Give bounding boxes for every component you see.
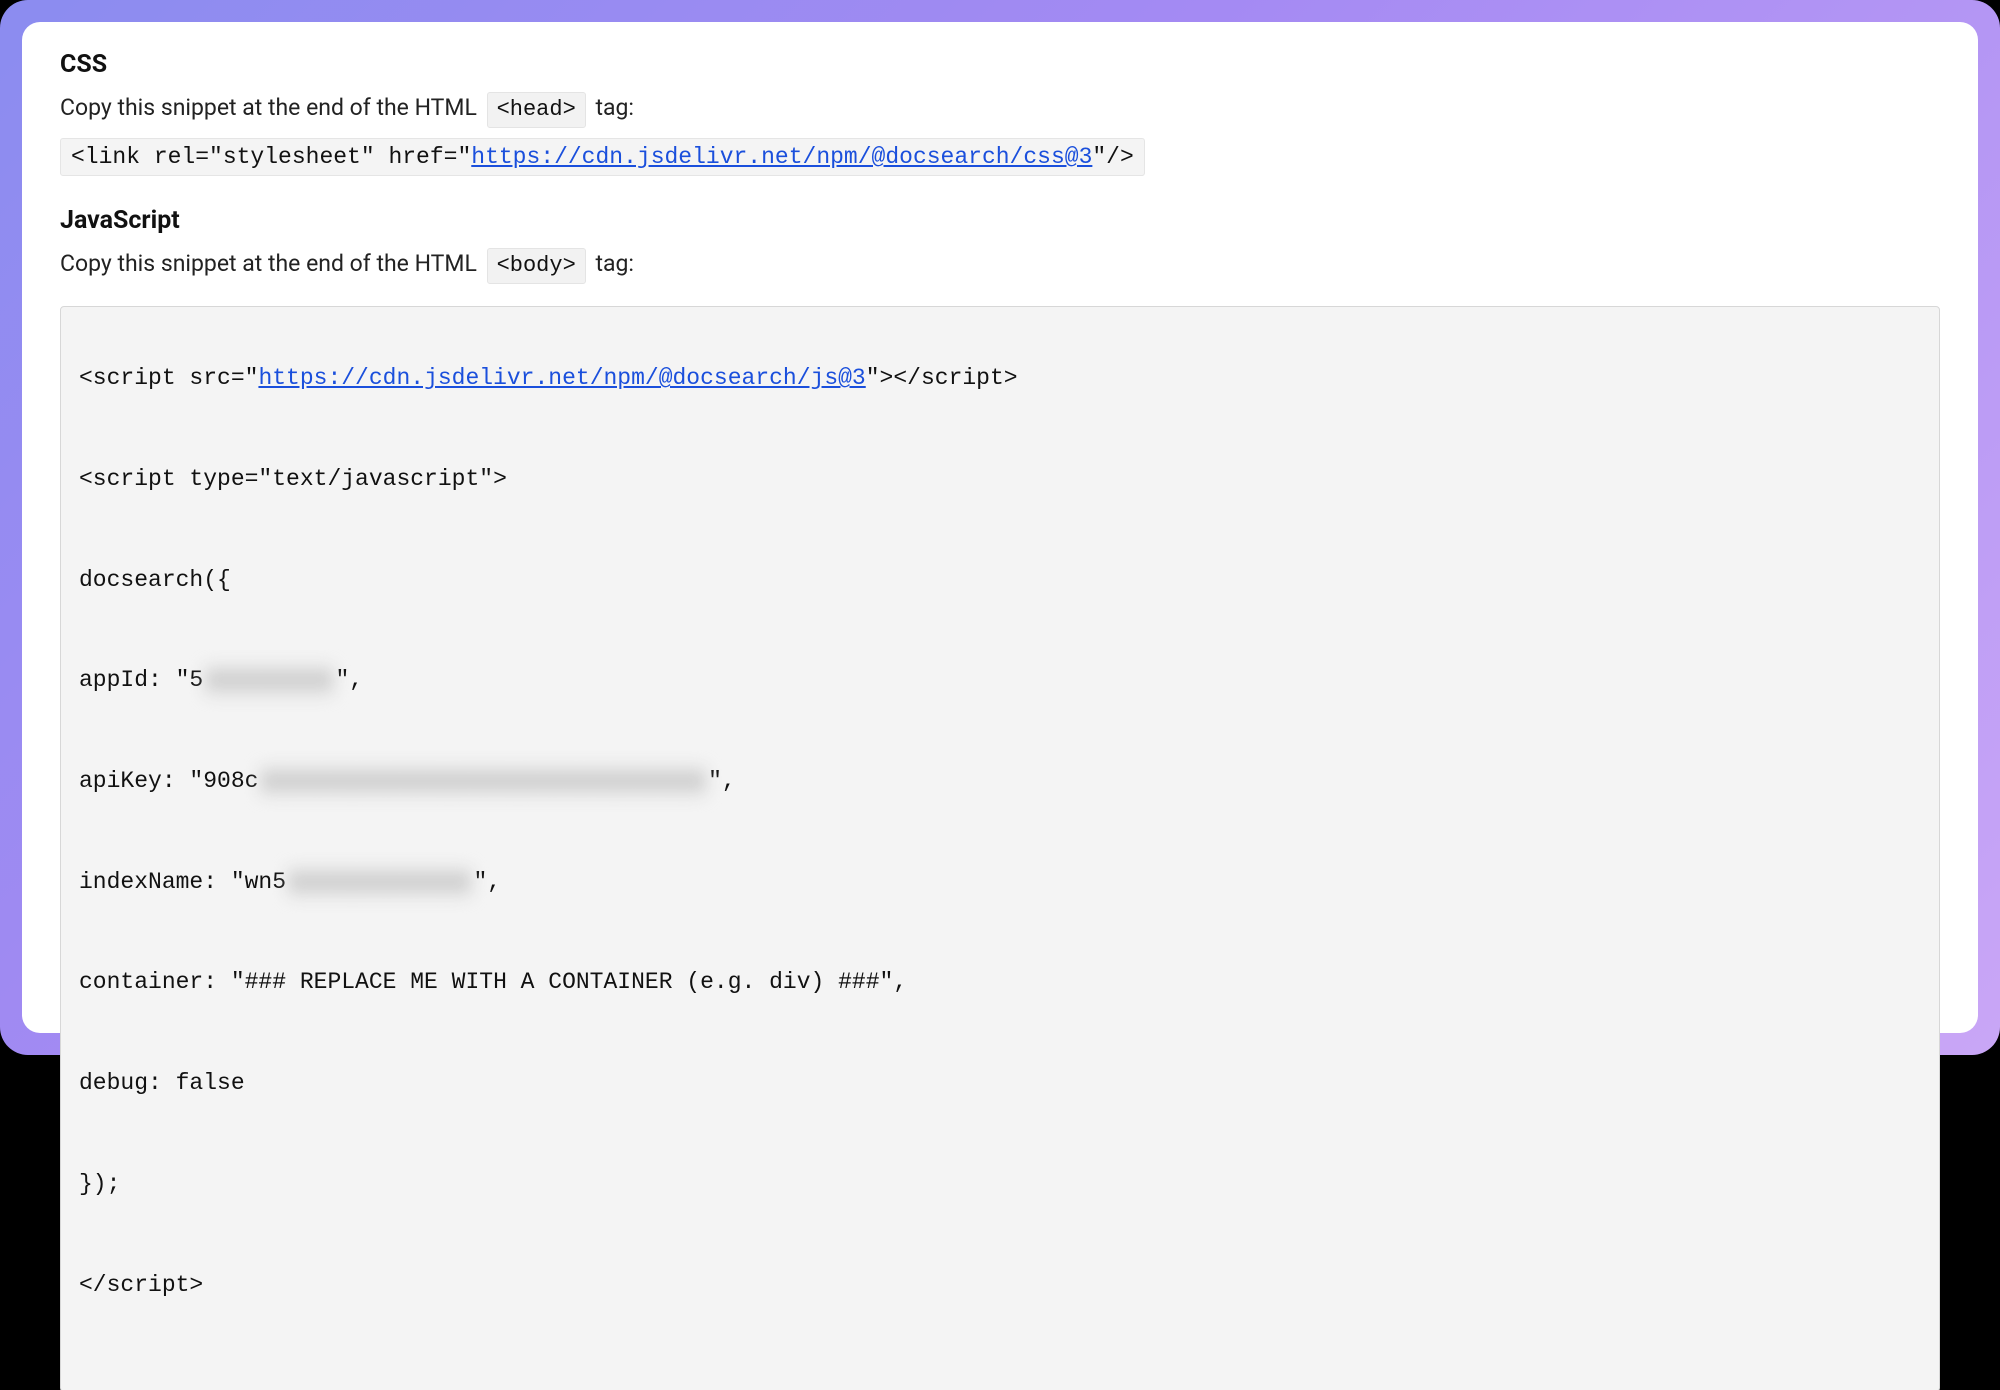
css-snippet-prefix: <link rel="stylesheet" href=" (71, 144, 471, 170)
appid-suffix: ", (335, 667, 363, 693)
css-instruction: Copy this snippet at the end of the HTML… (60, 91, 1940, 128)
css-snippet[interactable]: <link rel="stylesheet" href="https://cdn… (60, 138, 1145, 176)
appid-prefix: appId: "5 (79, 667, 203, 693)
code-line-docsearch-open: docsearch({ (79, 564, 1921, 597)
code-src-prefix: <script src=" (79, 365, 258, 391)
code-line-debug: debug: false (79, 1067, 1921, 1100)
apikey-redacted: xxxxxxxxxxxxxxxxxxxxxxxxxxxxxxxx (258, 765, 708, 798)
apikey-suffix: ", (708, 768, 736, 794)
content-panel: CSS Copy this snippet at the end of the … (22, 22, 1978, 1033)
code-line-appid: appId: "5xxxxxxxxx", (79, 664, 1921, 697)
gradient-frame: CSS Copy this snippet at the end of the … (0, 0, 2000, 1055)
js-code-block[interactable]: <script src="https://cdn.jsdelivr.net/np… (60, 306, 1940, 1390)
js-instruction: Copy this snippet at the end of the HTML… (60, 247, 1940, 284)
css-instruction-suffix: tag: (590, 94, 634, 121)
code-line-apikey: apiKey: "908cxxxxxxxxxxxxxxxxxxxxxxxxxxx… (79, 765, 1921, 798)
js-instruction-prefix: Copy this snippet at the end of the HTML (60, 250, 477, 277)
code-line-container: container: "### REPLACE ME WITH A CONTAI… (79, 966, 1921, 999)
head-tag-chip: <head> (487, 92, 586, 128)
indexname-redacted: xxxxxxxxxxxxx (286, 866, 473, 899)
css-snippet-link[interactable]: https://cdn.jsdelivr.net/npm/@docsearch/… (471, 144, 1092, 170)
js-instruction-suffix: tag: (590, 250, 634, 277)
css-snippet-row: <link rel="stylesheet" href="https://cdn… (60, 138, 1940, 176)
css-snippet-suffix: "/> (1092, 144, 1133, 170)
apikey-prefix: apiKey: "908c (79, 768, 258, 794)
code-src-suffix: "></script> (866, 365, 1018, 391)
appid-redacted: xxxxxxxxx (203, 664, 335, 697)
code-line-indexname: indexName: "wn5xxxxxxxxxxxxx", (79, 866, 1921, 899)
indexname-prefix: indexName: "wn5 (79, 869, 286, 895)
code-line-close-obj: }); (79, 1168, 1921, 1201)
code-src-link[interactable]: https://cdn.jsdelivr.net/npm/@docsearch/… (258, 365, 865, 391)
css-instruction-prefix: Copy this snippet at the end of the HTML (60, 94, 477, 121)
js-heading: JavaScript (60, 206, 1940, 235)
code-line-script-open: <script type="text/javascript"> (79, 463, 1921, 496)
code-line-script-src: <script src="https://cdn.jsdelivr.net/np… (79, 362, 1921, 395)
indexname-suffix: ", (473, 869, 501, 895)
body-tag-chip: <body> (487, 248, 586, 284)
css-heading: CSS (60, 50, 1940, 79)
code-line-close-script: </script> (79, 1269, 1921, 1302)
